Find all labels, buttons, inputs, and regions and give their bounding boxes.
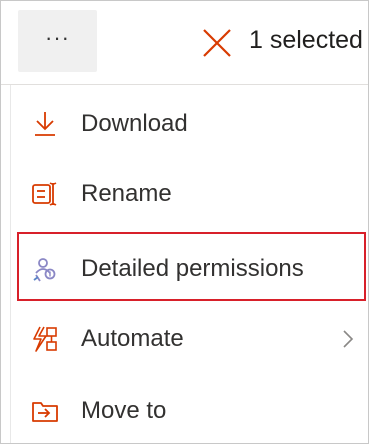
menu-item-rename[interactable]: Rename [11,158,368,230]
highlight-annotation-box [17,232,366,301]
close-icon[interactable] [202,28,232,58]
menu-item-move-to[interactable]: Move to [11,375,368,443]
menu-item-label: Move to [81,397,167,424]
command-bar: ··· 1 selected [1,1,368,81]
menu-item-label: Rename [81,180,172,207]
move-to-icon [32,402,58,422]
more-options-button[interactable]: ··· [18,10,97,72]
menu-item-download[interactable]: Download [11,88,368,160]
more-options-icon: ··· [45,25,70,50]
rename-icon [32,182,57,206]
menu-item-label: Download [81,110,188,137]
screenshot-frame: ··· 1 selected Download Rename Detailed … [0,0,369,444]
menu-item-label: Automate [81,325,184,352]
selection-count: 1 selected [249,26,363,54]
download-icon [35,112,55,136]
menu-item-automate[interactable]: Automate [11,303,368,375]
automate-icon [33,326,57,352]
chevron-right-icon [343,330,354,348]
